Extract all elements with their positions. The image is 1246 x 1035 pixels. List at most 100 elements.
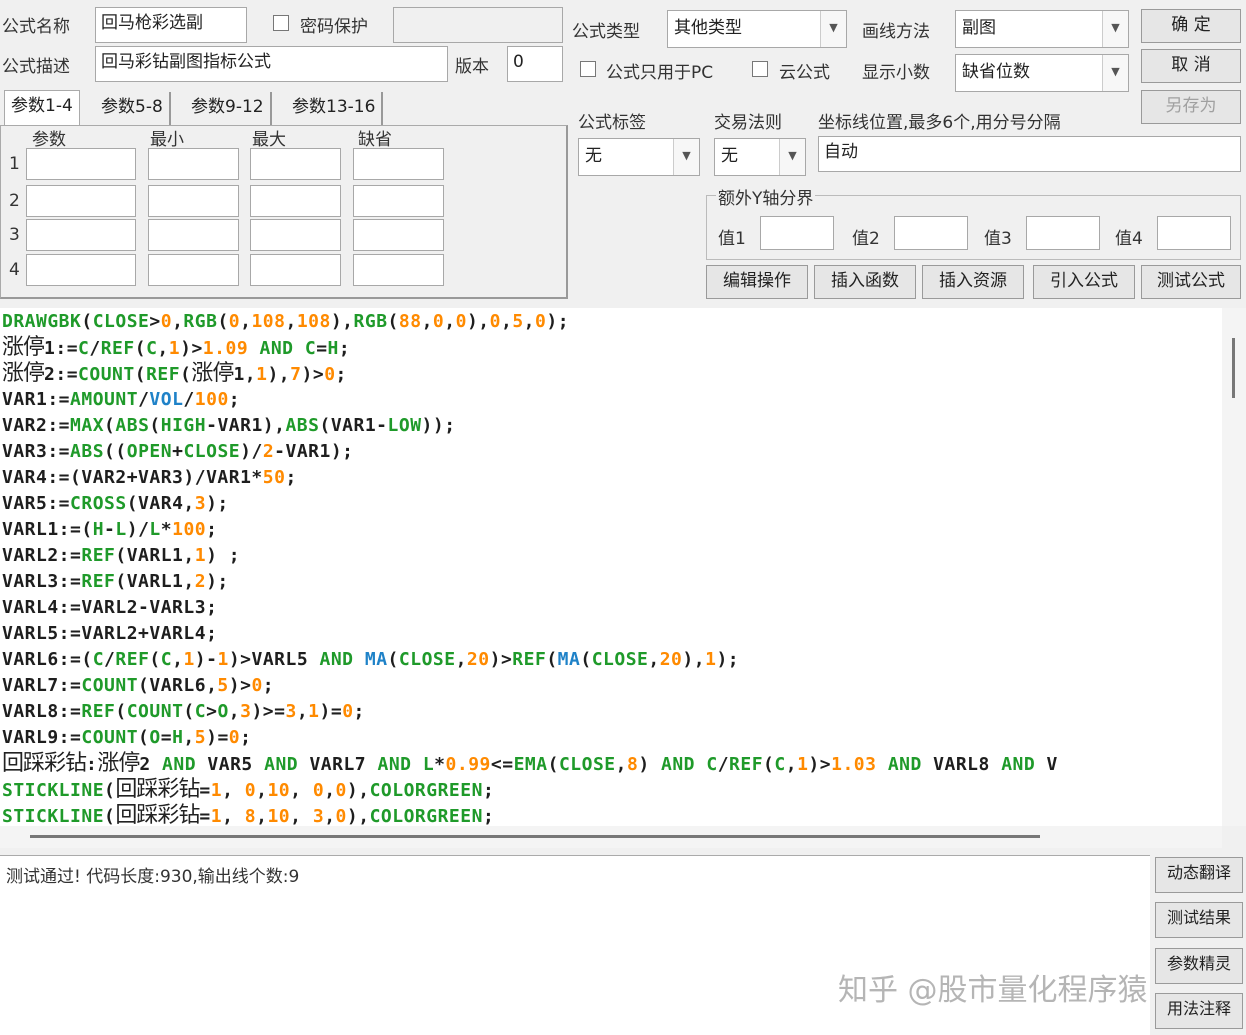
- code-token: 0: [335, 780, 347, 801]
- code-token: 5: [194, 727, 207, 748]
- param-cell-最大[interactable]: [250, 185, 341, 217]
- save-as-button[interactable]: 另存为: [1141, 90, 1241, 124]
- code-token: HIGH: [160, 415, 207, 436]
- param-cell-参数[interactable]: [26, 254, 136, 286]
- y-value-label-2: 值2: [852, 229, 880, 249]
- ok-button[interactable]: 确 定: [1141, 9, 1241, 43]
- formula-type-select[interactable]: 其他类型 ▼: [667, 10, 847, 48]
- param-cell-参数[interactable]: [26, 148, 136, 180]
- param-cell-最大[interactable]: [250, 254, 341, 286]
- code-token: VAR3:=: [2, 441, 71, 462]
- code-token: EMA: [513, 754, 548, 775]
- param-cell-参数[interactable]: [26, 219, 136, 251]
- tab-params-13-16[interactable]: 参数13-16: [286, 92, 384, 126]
- code-token: 09: [225, 338, 249, 359]
- code-token: VARL2:=: [2, 545, 82, 566]
- formula-desc-input[interactable]: 回马彩钻副图指标公式: [95, 46, 448, 82]
- scrollbar-thumb[interactable]: [30, 835, 1040, 838]
- password-checkbox[interactable]: [273, 15, 289, 31]
- code-token: 1: [705, 649, 717, 670]
- param-cell-最大[interactable]: [250, 148, 341, 180]
- y-value-input-3[interactable]: [1026, 216, 1100, 250]
- code-line: DRAWGBK(CLOSE>0,RGB(0,108,108),RGB(88,0,…: [0, 309, 1222, 335]
- side-button-2[interactable]: 测试结果: [1155, 902, 1243, 938]
- code-token: MA: [364, 649, 388, 670]
- code-token: COLORGREEN: [369, 806, 483, 826]
- code-token: C: [146, 338, 158, 359]
- param-cell-最小[interactable]: [148, 148, 239, 180]
- formula-type-value: 其他类型: [674, 18, 742, 38]
- code-token: AND: [248, 338, 305, 359]
- code-token: 0: [312, 780, 325, 801]
- axis-position-input[interactable]: 自动: [818, 136, 1241, 172]
- action-button-2[interactable]: 插入函数: [814, 265, 916, 299]
- horizontal-scrollbar[interactable]: [0, 826, 1222, 848]
- code-token: C: [92, 649, 105, 670]
- param-cell-缺省[interactable]: [353, 254, 444, 286]
- code-token: ,: [455, 649, 467, 670]
- draw-method-select[interactable]: 副图 ▼: [955, 10, 1129, 48]
- param-cell-缺省[interactable]: [353, 148, 444, 180]
- code-token: (: [580, 649, 592, 670]
- y-value-input-2[interactable]: [894, 216, 968, 250]
- tag-select[interactable]: 无 ▼: [578, 138, 700, 176]
- action-button-3[interactable]: 插入资源: [922, 265, 1024, 299]
- param-cell-最小[interactable]: [148, 185, 239, 217]
- code-token: ,: [615, 754, 627, 775]
- pc-only-checkbox[interactable]: [580, 61, 596, 77]
- cloud-checkbox[interactable]: [752, 61, 768, 77]
- code-line: VAR5:=CROSS(VAR4,3);: [0, 491, 1222, 517]
- version-input[interactable]: 0: [507, 46, 563, 82]
- code-line: VARL8:=REF(COUNT(C>O,3)>=3,1)=0;: [0, 699, 1222, 725]
- param-cell-最大[interactable]: [250, 219, 341, 251]
- code-token: 100: [172, 519, 207, 540]
- tab-params-9-12[interactable]: 参数9-12: [185, 92, 272, 126]
- code-token: VARL8:=: [2, 701, 82, 722]
- code-token: COUNT: [78, 364, 135, 385]
- decimal-select[interactable]: 缺省位数 ▼: [955, 54, 1129, 92]
- code-token: VOL: [149, 389, 184, 410]
- code-token: REF: [729, 754, 764, 775]
- param-cell-缺省[interactable]: [353, 185, 444, 217]
- tab-params-5-8[interactable]: 参数5-8: [95, 92, 171, 126]
- code-token: )/: [126, 519, 150, 540]
- code-token: C: [706, 754, 718, 775]
- param-cell-缺省[interactable]: [353, 219, 444, 251]
- vertical-scrollbar[interactable]: [1222, 308, 1246, 826]
- formula-name-input[interactable]: 回马枪彩选副: [95, 7, 247, 43]
- code-token: (: [138, 727, 150, 748]
- code-token: )>=: [251, 701, 286, 722]
- code-token: 3: [240, 701, 252, 722]
- param-cell-最小[interactable]: [148, 219, 239, 251]
- code-token: VARL1:=(: [2, 519, 93, 540]
- code-token: 8: [626, 754, 639, 775]
- param-cell-参数[interactable]: [26, 185, 136, 217]
- code-token: C: [304, 338, 317, 359]
- y-value-input-4[interactable]: [1157, 216, 1231, 250]
- tab-params-1-4[interactable]: 参数1-4: [4, 90, 80, 126]
- y-value-input-1[interactable]: [760, 216, 834, 250]
- code-line: VAR1:=AMOUNT/VOL/100;: [0, 387, 1222, 413]
- side-button-1[interactable]: 动态翻译: [1155, 857, 1243, 893]
- code-token: 99: [468, 754, 491, 775]
- action-button-4[interactable]: 引入公式: [1033, 265, 1135, 299]
- code-token: VAR1:=: [2, 389, 71, 410]
- param-row-number: 2: [9, 191, 20, 211]
- code-token: ,: [296, 701, 309, 722]
- param-cell-最小[interactable]: [148, 254, 239, 286]
- side-button-4[interactable]: 用法注释: [1155, 993, 1243, 1029]
- scrollbar-thumb[interactable]: [1232, 338, 1235, 398]
- code-token: ;: [335, 364, 347, 385]
- code-token: RGB: [353, 311, 388, 332]
- side-button-3[interactable]: 参数精灵: [1155, 948, 1243, 984]
- trade-rule-select[interactable]: 无 ▼: [714, 138, 806, 176]
- password-input[interactable]: [393, 7, 563, 43]
- code-token: VARL3:=: [2, 571, 82, 592]
- code-token: STICKLINE: [2, 806, 105, 826]
- code-token: ((: [104, 441, 127, 462]
- code-editor[interactable]: DRAWGBK(CLOSE>0,RGB(0,108,108),RGB(88,0,…: [0, 308, 1222, 826]
- action-button-1[interactable]: 编辑操作: [706, 265, 808, 299]
- cancel-button[interactable]: 取 消: [1141, 49, 1241, 83]
- action-button-5[interactable]: 测试公式: [1141, 265, 1241, 299]
- code-token: VARL9:=: [2, 727, 82, 748]
